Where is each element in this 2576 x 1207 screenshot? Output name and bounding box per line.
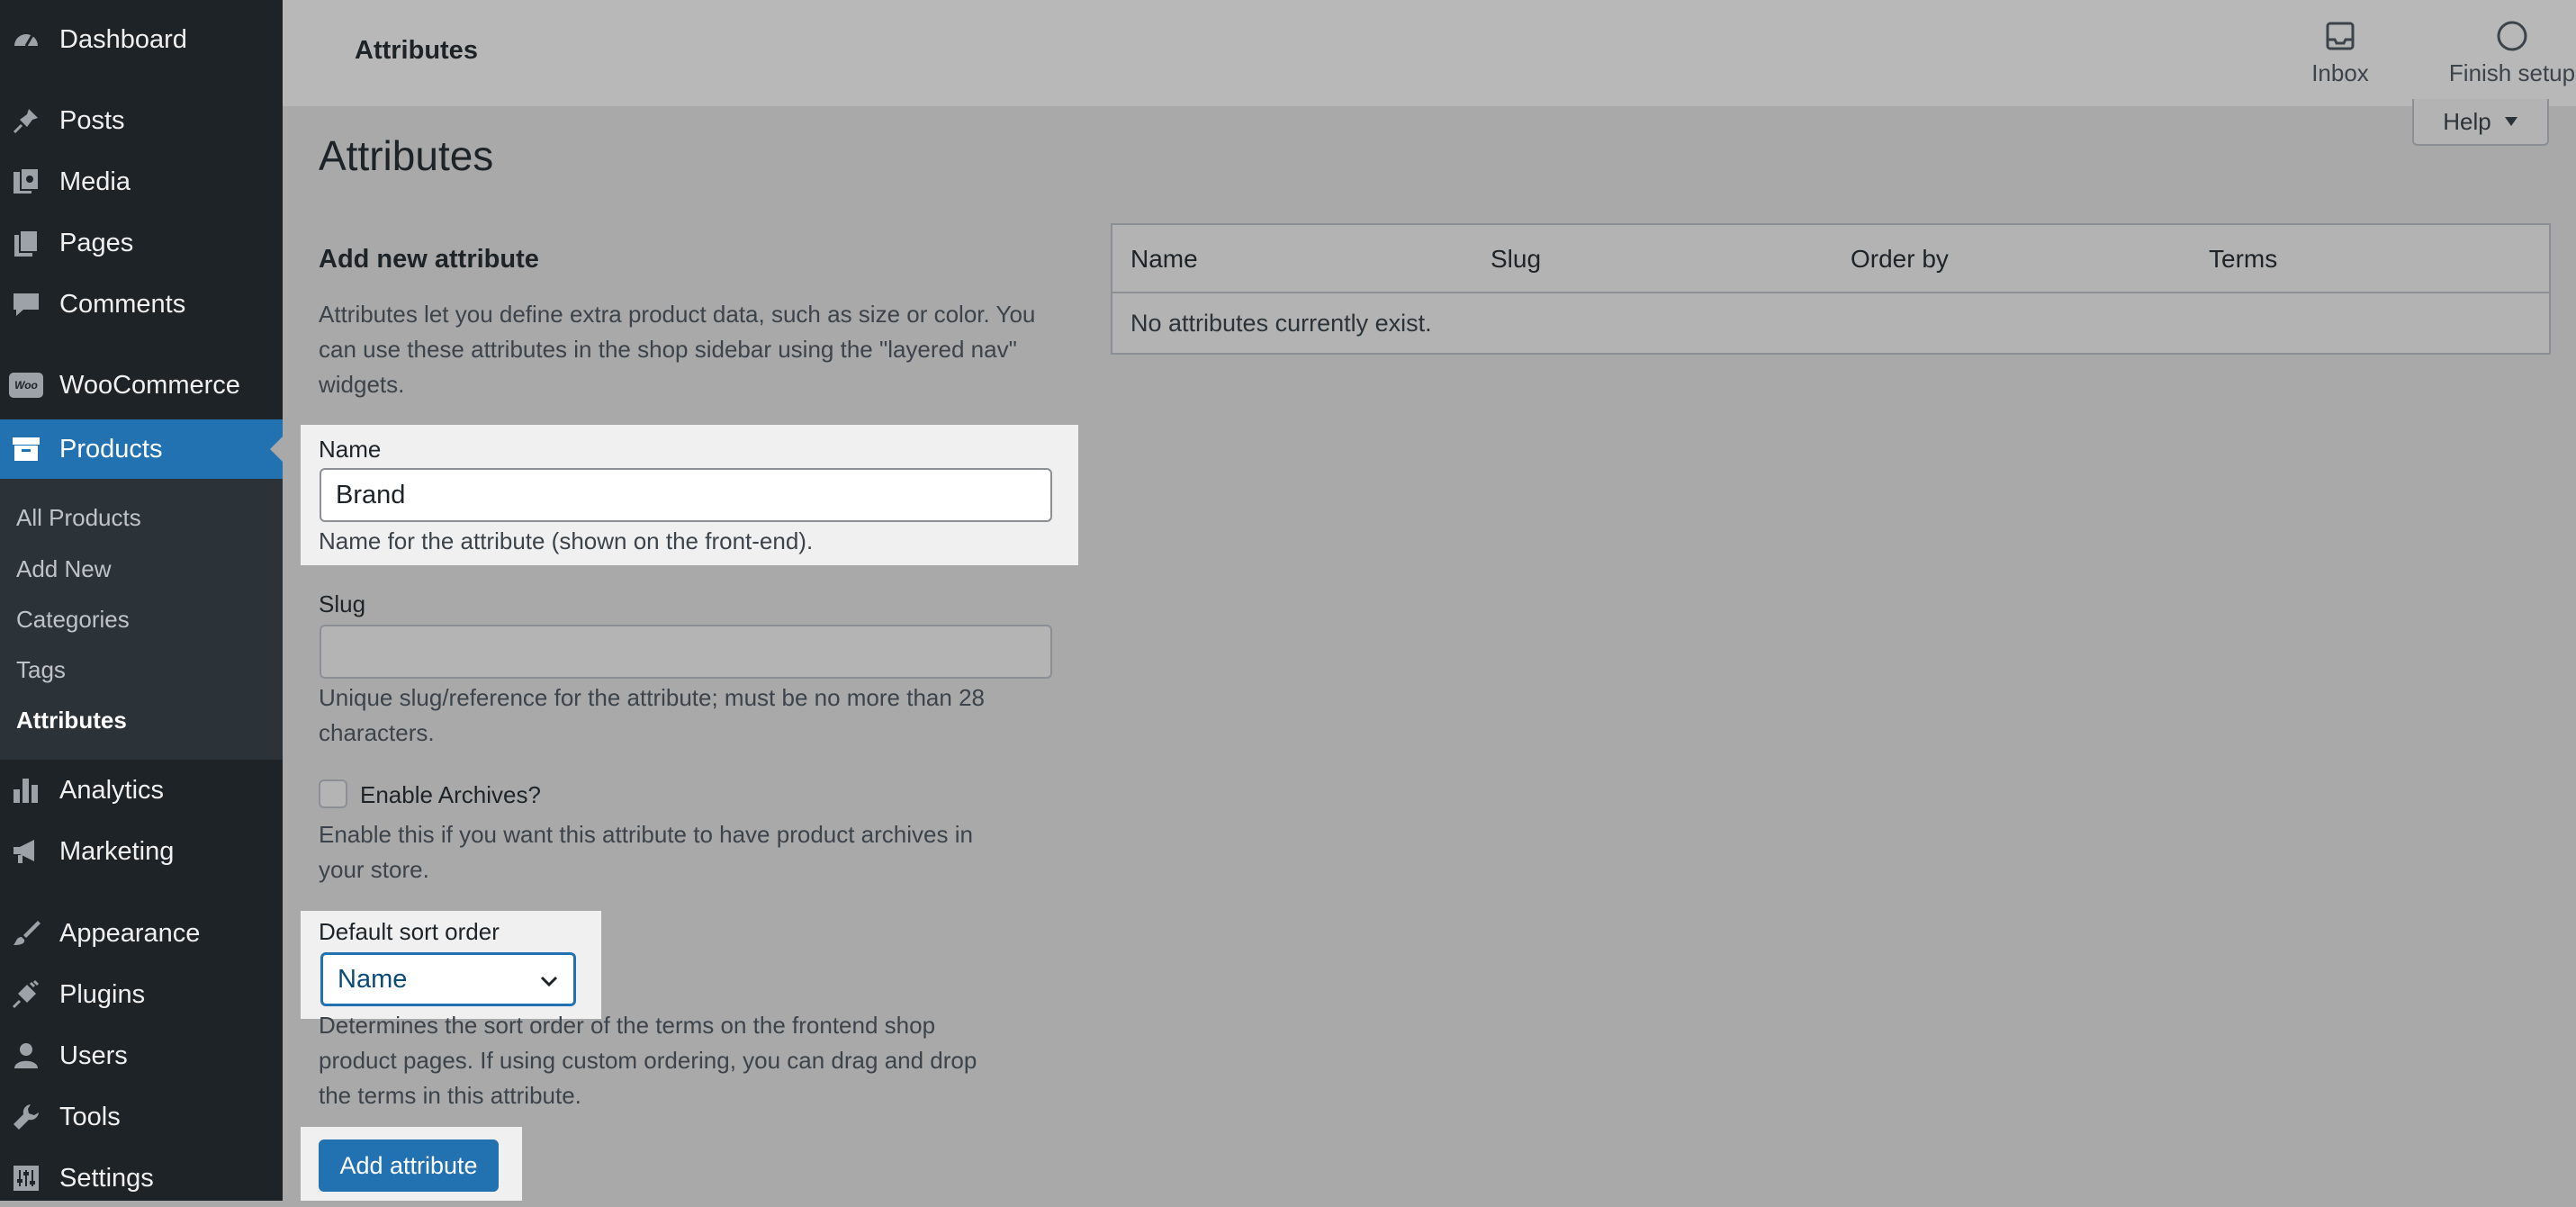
submenu-all-products[interactable]: All Products <box>16 504 141 532</box>
chevron-down-icon <box>540 976 558 987</box>
plug-icon <box>9 977 43 1012</box>
products-submenu: All Products Add New Categories Tags Att… <box>0 479 283 760</box>
menu-item-pages[interactable]: Pages <box>0 214 283 272</box>
inbox-icon <box>2326 22 2355 50</box>
menu-item-products[interactable]: Products <box>0 419 283 479</box>
attributes-table: Name Slug Order by Terms No attributes c… <box>1111 223 2551 355</box>
menu-label: Marketing <box>59 836 175 866</box>
sort-order-label: Default sort order <box>319 918 500 945</box>
intro-line: can use these attributes in the shop sid… <box>319 336 1017 363</box>
intro-line: Attributes let you define extra product … <box>319 301 1036 328</box>
page-title: Attributes <box>319 132 494 179</box>
menu-item-appearance[interactable]: Appearance <box>0 905 283 962</box>
brush-icon <box>9 916 43 950</box>
sort-help-line: Determines the sort order of the terms o… <box>319 1012 936 1039</box>
menu-label: Pages <box>59 228 134 257</box>
submenu-tags[interactable]: Tags <box>16 656 66 684</box>
slug-help: Unique slug/reference for the attribute;… <box>319 680 1093 751</box>
progress-circle-icon <box>2497 21 2527 51</box>
sort-help-line: the terms in this attribute. <box>319 1082 581 1109</box>
help-button[interactable]: Help <box>2412 99 2549 146</box>
menu-item-tools[interactable]: Tools <box>0 1088 283 1146</box>
submenu-categories[interactable]: Categories <box>16 606 130 634</box>
menu-label: Posts <box>59 105 125 135</box>
name-label: Name <box>319 436 382 463</box>
media-icon <box>9 165 43 199</box>
header-title: Attributes <box>355 36 478 65</box>
name-input-value: Brand <box>336 480 406 509</box>
megaphone-icon <box>9 834 43 869</box>
admin-sidebar: Dashboard Posts Media Pages Comments Woo… <box>0 0 283 1201</box>
menu-label: Products <box>59 434 163 464</box>
caret-down-icon <box>2504 117 2517 126</box>
menu-item-plugins[interactable]: Plugins <box>0 966 283 1023</box>
menu-item-dashboard[interactable]: Dashboard <box>0 11 283 68</box>
add-attribute-button[interactable]: Add attribute <box>319 1139 499 1192</box>
slug-input[interactable] <box>320 625 1052 679</box>
finish-setup-button[interactable]: Finish setup <box>2436 18 2576 87</box>
column-header-slug[interactable]: Slug <box>1491 245 1541 274</box>
menu-item-users[interactable]: Users <box>0 1027 283 1085</box>
menu-label: Appearance <box>59 918 201 948</box>
pages-icon <box>9 226 43 260</box>
sort-order-select[interactable]: Name <box>320 952 576 1006</box>
sort-help: Determines the sort order of the terms o… <box>319 1008 1093 1113</box>
help-label: Help <box>2443 107 2491 135</box>
archives-help-line: Enable this if you want this attribute t… <box>319 821 973 848</box>
slug-help-line: Unique slug/reference for the attribute;… <box>319 684 985 711</box>
comment-icon <box>9 287 43 321</box>
name-input[interactable]: Brand <box>320 468 1052 522</box>
column-header-terms[interactable]: Terms <box>2209 245 2277 274</box>
bar-chart-icon <box>9 773 43 807</box>
inbox-button[interactable]: Inbox <box>2277 18 2403 87</box>
wrench-icon <box>9 1100 43 1134</box>
slug-label: Slug <box>319 590 366 617</box>
menu-item-comments[interactable]: Comments <box>0 275 283 333</box>
sort-order-value: Name <box>338 964 408 994</box>
woo-icon-text: Woo <box>9 373 43 398</box>
submenu-attributes[interactable]: Attributes <box>16 707 127 734</box>
submenu-add-new[interactable]: Add New <box>16 555 112 583</box>
intro-line: widgets. <box>319 371 405 398</box>
menu-label: Tools <box>59 1102 121 1131</box>
user-icon <box>9 1039 43 1073</box>
sliders-icon <box>9 1161 43 1195</box>
menu-item-woocommerce[interactable]: Woo WooCommerce <box>0 356 283 414</box>
empty-table-message: No attributes currently exist. <box>1130 310 1432 337</box>
menu-label: Plugins <box>59 979 146 1009</box>
form-intro: Attributes let you define extra product … <box>319 297 1093 402</box>
column-header-name[interactable]: Name <box>1130 245 1198 274</box>
enable-archives-checkbox[interactable] <box>319 779 347 808</box>
name-help: Name for the attribute (shown on the fro… <box>319 527 814 554</box>
menu-label: Comments <box>59 289 186 319</box>
menu-label: Dashboard <box>59 24 187 54</box>
table-header: Name Slug Order by Terms <box>1112 225 2549 293</box>
woo-icon: Woo <box>9 368 43 402</box>
menu-item-analytics[interactable]: Analytics <box>0 761 283 819</box>
inbox-label: Inbox <box>2311 59 2369 86</box>
menu-label: Media <box>59 167 131 196</box>
sort-help-line: product pages. If using custom ordering,… <box>319 1047 977 1074</box>
archives-help: Enable this if you want this attribute t… <box>319 817 1093 887</box>
slug-help-line: characters. <box>319 719 435 746</box>
menu-label: Users <box>59 1040 128 1070</box>
enable-archives-label[interactable]: Enable Archives? <box>360 781 541 809</box>
top-header-bar: Attributes Inbox Finish setup <box>283 0 2576 106</box>
menu-item-marketing[interactable]: Marketing <box>0 823 283 880</box>
archives-help-line: your store. <box>319 856 429 883</box>
menu-item-posts[interactable]: Posts <box>0 92 283 149</box>
menu-label: WooCommerce <box>59 370 240 400</box>
form-heading: Add new attribute <box>319 245 539 274</box>
menu-label: Analytics <box>59 775 165 805</box>
pin-icon <box>9 104 43 138</box>
menu-item-settings[interactable]: Settings <box>0 1149 283 1207</box>
dashboard-icon <box>9 23 43 57</box>
archive-icon <box>9 432 43 466</box>
menu-item-media[interactable]: Media <box>0 153 283 211</box>
finish-setup-label: Finish setup <box>2448 59 2576 86</box>
menu-label: Settings <box>59 1163 154 1193</box>
column-header-order-by[interactable]: Order by <box>1851 245 1949 274</box>
